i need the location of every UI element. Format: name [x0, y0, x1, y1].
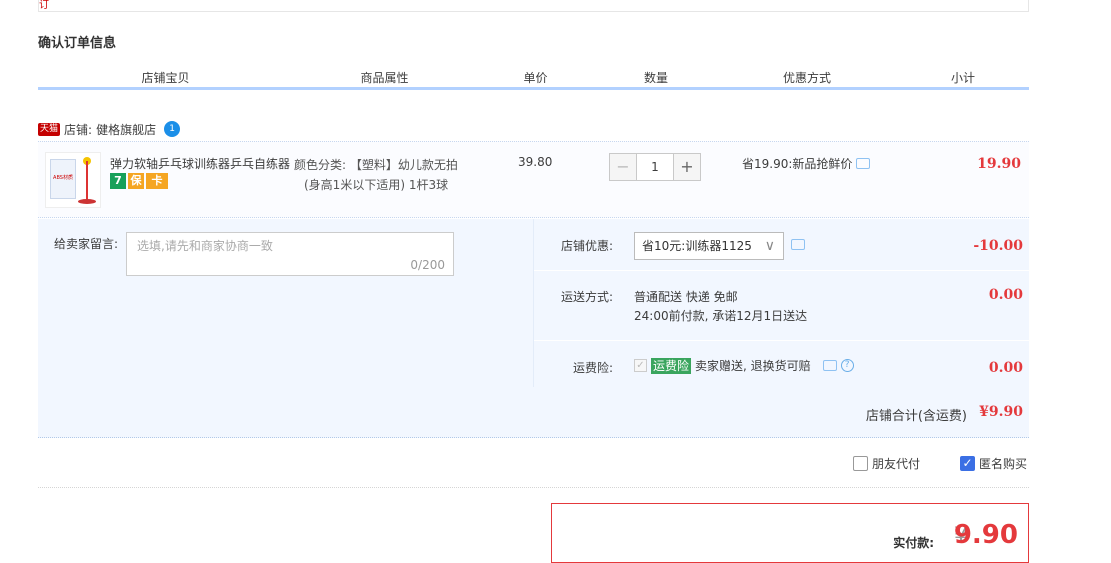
col-header-quantity: 数量: [596, 70, 717, 87]
product-attributes: 颜色分类: 【塑料】幼儿款无拍 (身高1米以下适用) 1杆3球: [294, 155, 474, 195]
help-icon[interactable]: ?: [840, 359, 854, 372]
message-cell: 给卖家留言: 选填,请先和商家协商一致 0/200: [38, 219, 534, 387]
message-char-counter: 0/200: [410, 258, 445, 272]
previous-section-box: 订: [38, 0, 1029, 12]
product-title-link[interactable]: 弹力软轴乒乓球训练器乒乓自练器: [110, 155, 290, 172]
order-options: 朋友代付 ✓ 匿名购买: [38, 452, 1029, 488]
tmall-badge: 天猫: [38, 122, 61, 136]
insurance-row: 运费险: ✓ 运费险 卖家赠送, 退换货可赔 ? 0.00: [534, 341, 1029, 387]
anonymous-checkbox[interactable]: ✓: [960, 456, 975, 471]
anonymous-option[interactable]: ✓ 匿名购买: [960, 455, 1027, 472]
attr-line-2: (身高1米以下适用) 1杆3球: [304, 178, 449, 192]
shop-discount-info-icon[interactable]: [791, 239, 805, 250]
col-header-attributes: 商品属性: [294, 70, 476, 87]
shop-row: 天猫 店铺: 健格旗舰店 1: [38, 120, 181, 138]
insurance-checkbox[interactable]: ✓: [634, 359, 647, 372]
section-title: 确认订单信息: [38, 36, 117, 51]
seven-day-return-icon[interactable]: 7: [110, 173, 126, 189]
shipping-method: 普通配送 快递 免邮: [634, 290, 738, 304]
chevron-down-icon: ∨: [764, 238, 775, 254]
seller-message-input[interactable]: 选填,请先和商家协商一致 0/200: [126, 232, 454, 276]
guarantee-icon[interactable]: 保: [128, 173, 144, 189]
shop-total-amount: ¥9.90: [979, 404, 1023, 420]
attr-line-1: 颜色分类: 【塑料】幼儿款无拍: [294, 158, 458, 172]
col-header-unit-price: 单价: [476, 70, 596, 87]
shop-name-link[interactable]: 健格旗舰店: [96, 121, 156, 138]
quantity-increase-button[interactable]: +: [673, 153, 701, 181]
credit-card-icon[interactable]: 卡: [146, 173, 168, 189]
insurance-text: 卖家赠送, 退换货可赔: [695, 359, 811, 373]
order-item-row: ABS材质 弹力软轴乒乓球训练器乒乓自练器 7 保 卡 颜色分类: 【塑料】幼儿…: [38, 141, 1029, 218]
friend-pay-option[interactable]: 朋友代付: [853, 455, 920, 472]
quantity-stepper: − 1 +: [609, 153, 701, 181]
shop-total-label: 店铺合计(含运费): [865, 409, 967, 424]
item-discount: 省19.90:新品抢鲜价: [742, 155, 871, 172]
friend-pay-label: 朋友代付: [872, 457, 921, 471]
shop-total-row: 店铺合计(含运费) ¥9.90: [38, 387, 1029, 438]
shop-discount-row: 店铺优惠: 省10元:训练器1125 ∨ -10.00: [534, 219, 1029, 271]
product-box-image: ABS材质: [50, 159, 76, 199]
order-details-panel: 给卖家留言: 选填,请先和商家协商一致 0/200 店铺优惠: 省10元:训练器…: [38, 219, 1029, 438]
shipping-promise: 24:00前付款, 承诺12月1日送达: [634, 309, 808, 323]
wangwang-chat-icon[interactable]: 1: [164, 121, 181, 137]
col-header-subtotal: 小计: [898, 70, 1029, 87]
col-header-discount: 优惠方式: [717, 70, 898, 87]
insurance-message-icon[interactable]: [822, 360, 837, 371]
shop-discount-amount: -10.00: [973, 238, 1023, 254]
base-shape: [78, 199, 96, 204]
shipping-label: 运送方式:: [560, 290, 613, 304]
shop-discount-select[interactable]: 省10元:训练器1125 ∨: [634, 232, 784, 260]
quantity-input[interactable]: 1: [637, 153, 673, 181]
insurance-label: 运费险:: [572, 361, 613, 375]
payment-amount: 9.90: [953, 520, 1018, 550]
message-placeholder: 选填,请先和商家协商一致: [137, 239, 273, 253]
previous-section-fragment: 订: [39, 0, 49, 11]
message-label: 给卖家留言:: [54, 237, 119, 251]
product-thumbnail[interactable]: ABS材质: [45, 152, 101, 208]
shipping-row: 运送方式: 普通配送 快递 免邮 24:00前付款, 承诺12月1日送达 0.0…: [534, 271, 1029, 341]
friend-pay-checkbox[interactable]: [853, 456, 868, 471]
item-subtotal: 19.90: [977, 156, 1021, 172]
unit-price: 39.80: [518, 155, 553, 169]
discount-info-icon[interactable]: [856, 158, 871, 169]
insurance-info: ✓ 运费险 卖家赠送, 退换货可赔 ?: [634, 357, 854, 374]
col-header-shop-item: 店铺宝贝: [38, 70, 294, 87]
table-header: 店铺宝贝 商品属性 单价 数量 优惠方式 小计: [38, 70, 1029, 90]
shop-label: 店铺:: [64, 122, 93, 137]
insurance-amount: 0.00: [988, 360, 1023, 376]
item-discount-text: 省19.90:新品抢鲜价: [742, 157, 853, 171]
insurance-tag: 运费险: [651, 357, 692, 374]
service-badges: 7 保 卡: [110, 173, 168, 189]
quantity-decrease-button[interactable]: −: [609, 153, 637, 181]
anonymous-label: 匿名购买: [979, 457, 1028, 471]
payment-summary: 实付款: ¥ 9.90: [551, 503, 1029, 563]
payment-label: 实付款:: [893, 536, 934, 550]
pole-shape: [86, 161, 88, 199]
shipping-info: 普通配送 快递 免邮 24:00前付款, 承诺12月1日送达: [634, 288, 807, 326]
shop-discount-label: 店铺优惠:: [560, 239, 613, 253]
shipping-amount: 0.00: [988, 287, 1023, 303]
